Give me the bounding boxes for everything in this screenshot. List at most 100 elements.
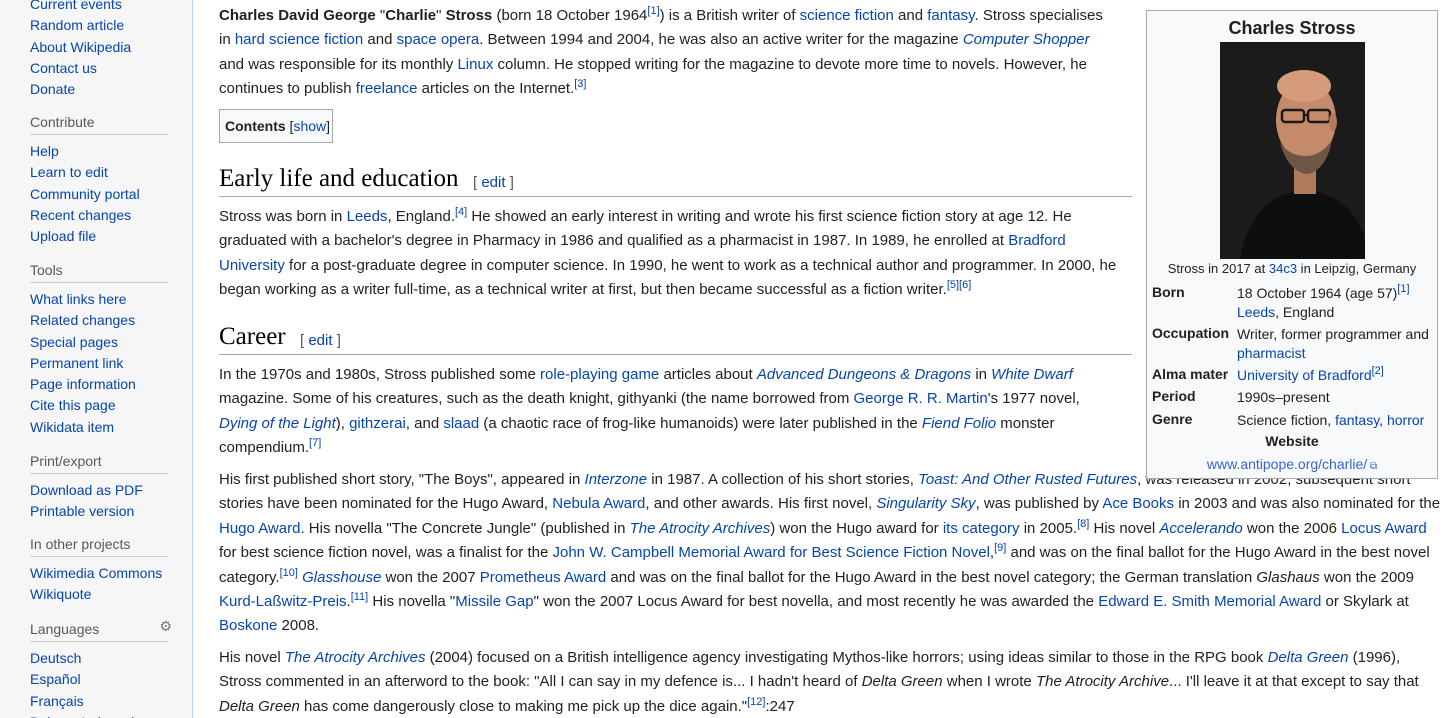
wiki-link[interactable]: Boskone [219,617,277,634]
wiki-link[interactable]: Leeds [347,208,388,225]
language-link[interactable]: Bahasa Indonesia [30,714,142,718]
edit-link[interactable]: edit [308,332,332,349]
wiki-link[interactable]: Linux [457,56,493,73]
nav-link[interactable]: Current events [30,0,122,12]
print-link[interactable]: Printable version [30,503,134,519]
wiki-link[interactable]: Singularity Sky [876,495,975,512]
wiki-link[interactable]: githzerai [349,415,406,432]
wiki-link[interactable]: Prometheus Award [480,569,606,586]
wiki-link[interactable]: space opera [397,31,480,48]
citation-link[interactable]: [11] [351,591,369,603]
wiki-link[interactable]: Accelerando [1159,520,1242,537]
language-link[interactable]: Français [30,693,84,709]
wiki-link[interactable]: Advanced Dungeons & Dragons [757,366,971,383]
tools-link[interactable]: What links here [30,291,126,307]
citation-link[interactable]: [2] [1372,365,1384,377]
section-title: Early life and education [219,165,459,192]
wiki-link[interactable]: George R. R. Martin [854,390,988,407]
wiki-link[interactable]: The Atrocity Archives [285,649,426,666]
tools-link-item: Permanent link [30,353,170,374]
nav-link[interactable]: About Wikipedia [30,39,131,55]
alma-mater-link[interactable]: University of Bradford [1237,367,1372,383]
contribute-link[interactable]: Community portal [30,186,140,202]
career-paragraph-2: His first published short story, "The Bo… [219,468,1441,639]
wiki-link[interactable]: Hugo Award [219,520,300,537]
occupation-link[interactable]: pharmacist [1237,345,1305,361]
wiki-link[interactable]: Dying of the Light [219,415,336,432]
gear-icon[interactable]: ⚙ [159,618,172,635]
portrait-photo[interactable] [1220,42,1365,259]
wiki-link[interactable]: hard science fiction [235,31,363,48]
nav-link[interactable]: Contact us [30,60,97,76]
wiki-link[interactable]: slaad [443,415,479,432]
wiki-link[interactable]: Locus Award [1341,520,1427,537]
wiki-link[interactable]: Delta Green [1268,649,1349,666]
toc-show-toggle[interactable]: show [293,118,326,134]
print-link[interactable]: Download as PDF [30,482,143,498]
text-run: ) won the Hugo award for [770,519,943,537]
contribute-link[interactable]: Recent changes [30,207,131,223]
citation-link[interactable]: [1] [1397,283,1409,295]
contribute-link[interactable]: Help [30,143,59,159]
nav-link-item: About Wikipedia [30,37,170,58]
citation-link[interactable]: [9] [994,542,1006,554]
citation-link[interactable]: [7] [309,437,321,449]
project-link[interactable]: Wikiquote [30,586,91,602]
contribute-link[interactable]: Learn to edit [30,164,108,180]
project-link[interactable]: Wikimedia Commons [30,565,162,581]
tools-link[interactable]: Wikidata item [30,419,114,435]
genre-link[interactable]: horror [1387,412,1424,428]
wiki-link[interactable]: its category [943,520,1020,537]
nav-link[interactable]: Random article [30,17,124,33]
citation-link[interactable]: [10] [280,567,298,579]
section-edit: [ edit ] [300,332,341,349]
text-run: has come dangerously close to making me … [299,697,748,715]
caption-link[interactable]: 34c3 [1269,261,1297,276]
citation-link[interactable]: [6] [959,279,971,291]
citation-link[interactable]: [8] [1077,518,1089,530]
website-link[interactable]: www.antipope.org/charlie/ [1207,456,1367,472]
wiki-link[interactable]: science fiction [800,7,894,24]
born-place-link[interactable]: Leeds [1237,304,1275,320]
tools-link[interactable]: Permanent link [30,355,123,371]
nav-link[interactable]: Donate [30,81,75,97]
wiki-link[interactable]: Nebula Award [552,495,645,512]
wiki-link[interactable]: Fiend Folio [922,415,996,432]
citation: [9] [994,542,1006,554]
citation-link[interactable]: [4] [455,206,467,218]
section-heading-early-life: Early life and education [ edit ] [219,165,1132,197]
text-run: won the 2006 [1242,519,1342,537]
language-link[interactable]: Español [30,671,81,687]
tools-link[interactable]: Special pages [30,334,118,350]
wiki-link[interactable]: Edward E. Smith Memorial Award [1098,593,1321,610]
citation-link[interactable]: [1] [647,5,659,17]
wiki-link[interactable]: Interzone [585,471,648,488]
citation-link[interactable]: [12] [747,696,765,708]
language-link[interactable]: Deutsch [30,650,81,666]
wiki-link[interactable]: Computer Shopper [963,31,1090,48]
text-run: " [375,7,386,24]
tools-heading: Tools [30,262,168,283]
contribute-link[interactable]: Upload file [30,228,96,244]
wiki-link[interactable]: Missile Gap [455,593,533,610]
genre-link[interactable]: fantasy [1335,412,1379,428]
citation-link[interactable]: [5] [947,279,959,291]
wiki-link[interactable]: White Dwarf [991,366,1073,383]
wiki-link[interactable]: Glasshouse [302,569,381,586]
italic-text: Delta Green [219,697,300,715]
wiki-link[interactable]: role-playing game [540,366,659,383]
citation-link[interactable]: [3] [574,78,586,90]
tools-link[interactable]: Related changes [30,312,135,328]
italic-text: The Atrocity Archive [1035,673,1170,691]
contribute-link-item: Learn to edit [30,162,170,183]
wiki-link[interactable]: Ace Books [1102,495,1174,512]
wiki-link[interactable]: Toast: And Other Rusted Futures [918,471,1137,488]
tools-link[interactable]: Cite this page [30,397,116,413]
wiki-link[interactable]: John W. Campbell Memorial Award for Best… [553,544,990,561]
wiki-link[interactable]: fantasy [927,7,974,24]
wiki-link[interactable]: The Atrocity Archives [630,520,771,537]
tools-link[interactable]: Page information [30,376,136,392]
wiki-link[interactable]: Kurd-Laßwitz-Preis [219,593,347,610]
wiki-link[interactable]: freelance [356,80,418,97]
edit-link[interactable]: edit [481,174,505,191]
